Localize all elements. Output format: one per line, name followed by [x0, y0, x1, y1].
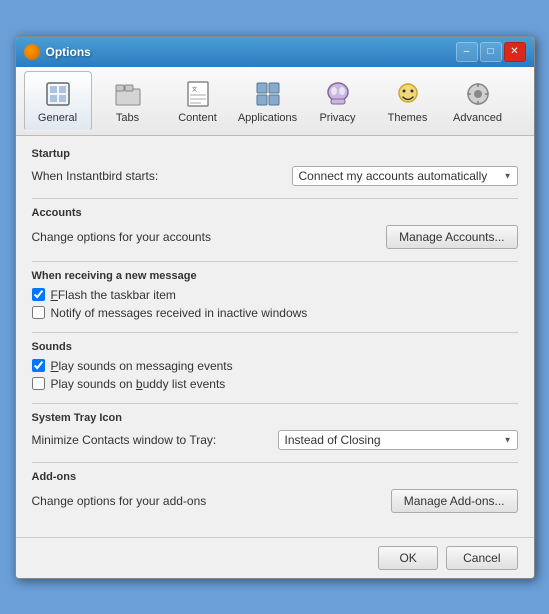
tab-privacy-label: Privacy [319, 112, 355, 124]
sounds-section: Sounds Play sounds on messaging events P… [32, 341, 518, 391]
main-content: Startup When Instantbird starts: Connect… [16, 136, 534, 537]
manage-accounts-button[interactable]: Manage Accounts... [386, 225, 517, 249]
addons-label: Change options for your add-ons [32, 494, 391, 508]
tab-applications-label: Applications [238, 112, 297, 124]
play-buddy-label[interactable]: Play sounds on buddy list events [51, 377, 226, 391]
system-tray-title: System Tray Icon [32, 412, 518, 424]
addons-title: Add-ons [32, 471, 518, 483]
startup-select[interactable]: Connect my accounts automatically Don't … [292, 166, 518, 186]
toolbar: General Tabs 文 Co [16, 67, 534, 136]
tab-general-label: General [38, 112, 77, 124]
tab-themes[interactable]: Themes [374, 71, 442, 131]
system-tray-row: Minimize Contacts window to Tray: Instea… [32, 430, 518, 450]
title-bar: Options – □ ✕ [16, 37, 534, 67]
window-title: Options [46, 45, 456, 59]
notify-checkbox[interactable] [32, 306, 45, 319]
tab-themes-label: Themes [388, 112, 428, 124]
minimize-button[interactable]: – [456, 42, 478, 62]
tabs-icon [112, 78, 144, 110]
accounts-label: Change options for your accounts [32, 230, 387, 244]
notify-label[interactable]: Notify of messages received in inactive … [51, 306, 308, 320]
manage-addons-button[interactable]: Manage Add-ons... [391, 489, 518, 513]
notify-row: Notify of messages received in inactive … [32, 306, 518, 320]
separator-2 [32, 261, 518, 262]
separator-5 [32, 462, 518, 463]
content-icon: 文 [182, 78, 214, 110]
system-tray-label: Minimize Contacts window to Tray: [32, 433, 278, 447]
sounds-title: Sounds [32, 341, 518, 353]
messages-title: When receiving a new message [32, 270, 518, 282]
messages-section: When receiving a new message FFlash the … [32, 270, 518, 320]
startup-title: Startup [32, 148, 518, 160]
tab-applications[interactable]: Applications [234, 71, 302, 131]
play-messaging-row: Play sounds on messaging events [32, 359, 518, 373]
tray-select-wrapper: Instead of Closing As well as Closing Ne… [278, 430, 518, 450]
tab-general[interactable]: General [24, 71, 92, 131]
tab-content-label: Content [178, 112, 217, 124]
tab-tabs-label: Tabs [116, 112, 139, 124]
play-messaging-label[interactable]: Play sounds on messaging events [51, 359, 233, 373]
startup-section: Startup When Instantbird starts: Connect… [32, 148, 518, 186]
tray-select[interactable]: Instead of Closing As well as Closing Ne… [278, 430, 518, 450]
advanced-icon [462, 78, 494, 110]
tab-tabs[interactable]: Tabs [94, 71, 162, 131]
separator-1 [32, 198, 518, 199]
window-icon [24, 44, 40, 60]
startup-row: When Instantbird starts: Connect my acco… [32, 166, 518, 186]
flash-row: FFlash the taskbar item [32, 288, 518, 302]
addons-section: Add-ons Change options for your add-ons … [32, 471, 518, 513]
startup-label: When Instantbird starts: [32, 169, 292, 183]
accounts-row: Change options for your accounts Manage … [32, 225, 518, 249]
cancel-button[interactable]: Cancel [446, 546, 517, 570]
flash-checkbox[interactable] [32, 288, 45, 301]
ok-button[interactable]: OK [378, 546, 438, 570]
tab-advanced-label: Advanced [453, 112, 502, 124]
tab-advanced[interactable]: Advanced [444, 71, 512, 131]
system-tray-section: System Tray Icon Minimize Contacts windo… [32, 412, 518, 450]
accounts-title: Accounts [32, 207, 518, 219]
close-button[interactable]: ✕ [504, 42, 526, 62]
options-window: Options – □ ✕ General [15, 36, 535, 579]
separator-4 [32, 403, 518, 404]
play-messaging-checkbox[interactable] [32, 359, 45, 372]
accounts-section: Accounts Change options for your account… [32, 207, 518, 249]
tab-content[interactable]: 文 Content [164, 71, 232, 131]
applications-icon [252, 78, 284, 110]
svg-text:文: 文 [192, 86, 197, 93]
restore-button[interactable]: □ [480, 42, 502, 62]
addons-row: Change options for your add-ons Manage A… [32, 489, 518, 513]
play-buddy-checkbox[interactable] [32, 377, 45, 390]
privacy-icon [322, 78, 354, 110]
separator-3 [32, 332, 518, 333]
footer: OK Cancel [16, 537, 534, 578]
general-icon [42, 78, 74, 110]
startup-select-wrapper: Connect my accounts automatically Don't … [292, 166, 518, 186]
flash-label[interactable]: FFlash the taskbar item [51, 288, 176, 302]
play-buddy-row: Play sounds on buddy list events [32, 377, 518, 391]
themes-icon [392, 78, 424, 110]
title-bar-controls: – □ ✕ [456, 42, 526, 62]
tab-privacy[interactable]: Privacy [304, 71, 372, 131]
